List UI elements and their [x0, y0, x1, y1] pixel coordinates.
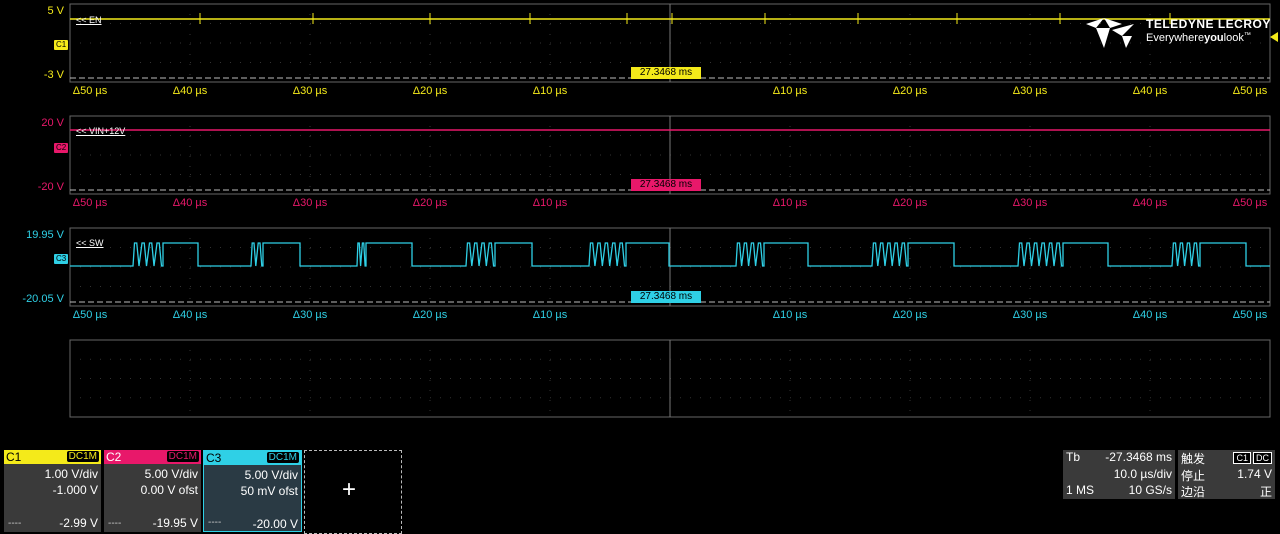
c1-vdiv: 1.00 V/div [44, 467, 98, 481]
c2-time-marker: 27.3468 ms [631, 179, 701, 191]
timebase-delay: -27.3468 ms [1105, 450, 1172, 464]
c1-bottom-voltage: -3 V [43, 69, 64, 81]
time-tick-label: Δ20 µs [412, 309, 448, 321]
timebase-label: Tb [1066, 450, 1081, 464]
time-tick-label: Δ20 µs [412, 85, 448, 97]
time-tick-label: Δ20 µs [892, 197, 928, 209]
time-tick-label: Δ30 µs [292, 309, 328, 321]
trigger-level-arrow-icon [1270, 32, 1278, 42]
time-tick-label: Δ30 µs [1012, 197, 1048, 209]
trigger-label: 触发 [1181, 452, 1206, 466]
trigger-source: C1 [1233, 452, 1251, 464]
c1-descriptor-header: C1 DC1M [4, 450, 101, 464]
trigger-coupling: DC [1253, 452, 1272, 464]
trigger-descriptor[interactable]: 触发 C1 DC 停止 1.74 V 边沿 正 [1178, 450, 1275, 499]
time-tick-label: Δ30 µs [292, 85, 328, 97]
time-tick-label: Δ10 µs [532, 85, 568, 97]
time-tick-label: Δ20 µs [892, 309, 928, 321]
time-tick-label: Δ40 µs [172, 197, 208, 209]
time-tick-label: Δ50 µs [72, 85, 108, 97]
time-tick-label: Δ40 µs [1132, 309, 1168, 321]
time-tick-label: Δ10 µs [532, 309, 568, 321]
time-tick-label: Δ50 µs [1232, 197, 1268, 209]
c3-top-voltage: 19.95 V [26, 229, 64, 241]
timebase-memory: 1 MS [1066, 483, 1095, 497]
logo-tag-post: look [1223, 32, 1244, 44]
c2-level: -19.95 V [152, 516, 198, 530]
c3-descriptor-box[interactable]: C3 DC1M 5.00 V/div 50 mV ofst ---- -20.0… [203, 450, 302, 532]
c1-dash: ---- [8, 518, 22, 529]
timebase-descriptor[interactable]: Tb -27.3468 ms 10.0 µs/div 1 MS 10 GS/s [1063, 450, 1175, 499]
logo-tagline: Everywhereyoulook™ [1146, 32, 1251, 44]
add-channel-button[interactable]: + [304, 450, 402, 534]
c1-top-voltage: 5 V [47, 5, 64, 17]
trigger-slope-label: 边沿 [1181, 485, 1206, 499]
logo-tag-bold: you [1204, 32, 1224, 44]
c1-descriptor-box[interactable]: C1 DC1M 1.00 V/div -1.000 V ---- -2.99 V [4, 450, 101, 532]
time-tick-label: Δ10 µs [772, 197, 808, 209]
time-tick-label: Δ10 µs [532, 197, 568, 209]
c3-level-tag[interactable]: C3 [54, 254, 69, 264]
timebase-tdiv: 10.0 µs/div [1113, 467, 1172, 481]
c2-level-tag[interactable]: C2 [54, 143, 69, 153]
time-tick-label: Δ40 µs [172, 85, 208, 97]
c3-name: C3 [206, 451, 222, 465]
c3-descriptor-header: C3 DC1M [204, 451, 301, 465]
c1-name: C1 [6, 450, 22, 464]
c2-vdiv: 5.00 V/div [144, 467, 198, 481]
time-tick-label: Δ30 µs [292, 197, 328, 209]
time-tick-label: Δ10 µs [772, 85, 808, 97]
trigger-slope: 正 [1259, 485, 1272, 499]
teledyne-lecroy-logo: TELEDYNE LECROY Everywhereyoulook™ [1082, 14, 1272, 50]
c1-level-tag[interactable]: C1 [54, 40, 69, 50]
trigger-mode: 停止 [1181, 469, 1206, 483]
c3-trace-label: << SW [76, 238, 104, 248]
c2-dash: ---- [108, 518, 122, 529]
trigger-source-coupling: C1 DC [1231, 450, 1272, 464]
plus-icon: + [342, 476, 357, 503]
teledyne-logo-icon [1086, 18, 1134, 48]
time-tick-label: Δ30 µs [1012, 309, 1048, 321]
time-tick-label: Δ50 µs [1232, 85, 1268, 97]
time-tick-label: Δ50 µs [72, 309, 108, 321]
time-tick-label: Δ50 µs [72, 197, 108, 209]
timebase-samplerate: 10 GS/s [1128, 483, 1172, 497]
logo-tag-pre: Everywhere [1146, 32, 1205, 44]
c1-trace-label: << EN [76, 15, 102, 25]
c2-top-voltage: 20 V [41, 117, 64, 129]
c2-name: C2 [106, 450, 122, 464]
c3-level: -20.00 V [252, 517, 298, 531]
logo-brand: TELEDYNE LECROY [1146, 17, 1271, 31]
c1-level: -2.99 V [59, 516, 98, 530]
c1-coupling: DC1M [66, 451, 99, 462]
trigger-level: 1.74 V [1237, 467, 1272, 481]
c2-offset: 0.00 V ofst [140, 483, 198, 497]
time-tick-label: Δ40 µs [172, 309, 208, 321]
time-tick-label: Δ20 µs [892, 85, 928, 97]
c2-bottom-voltage: -20 V [37, 181, 64, 193]
c3-time-marker: 27.3468 ms [631, 291, 701, 303]
time-tick-label: Δ20 µs [412, 197, 448, 209]
time-tick-label: Δ50 µs [1232, 309, 1268, 321]
c3-vdiv: 5.00 V/div [244, 468, 298, 482]
c3-dash: ---- [208, 517, 222, 528]
c1-time-marker: 27.3468 ms [631, 67, 701, 79]
c3-offset: 50 mV ofst [240, 484, 298, 498]
c2-coupling: DC1M [166, 451, 199, 462]
c1-offset: -1.000 V [52, 483, 98, 497]
c2-trace-label: << VIN+12V [76, 126, 126, 136]
c3-coupling: DC1M [266, 452, 299, 463]
time-tick-label: Δ10 µs [772, 309, 808, 321]
time-tick-label: Δ30 µs [1012, 85, 1048, 97]
time-tick-label: Δ40 µs [1132, 197, 1168, 209]
logo-trademark: ™ [1243, 32, 1251, 39]
time-tick-label: Δ40 µs [1132, 85, 1168, 97]
c3-bottom-voltage: -20.05 V [22, 293, 64, 305]
c2-descriptor-box[interactable]: C2 DC1M 5.00 V/div 0.00 V ofst ---- -19.… [104, 450, 201, 532]
c2-descriptor-header: C2 DC1M [104, 450, 201, 464]
